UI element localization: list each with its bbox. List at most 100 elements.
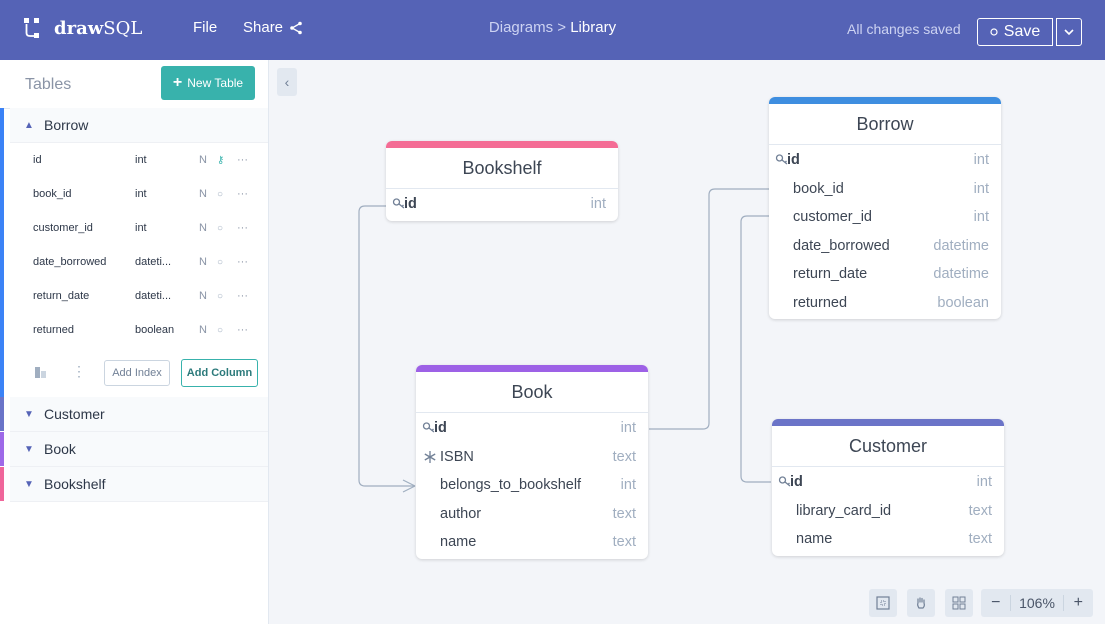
column-type: int (973, 209, 989, 226)
more-horizontal-icon[interactable]: ··· (237, 188, 257, 200)
index-circle-icon[interactable]: ○ (217, 223, 237, 234)
more-vertical-icon[interactable]: ⋮ (72, 363, 86, 380)
nullable-toggle[interactable]: N (199, 256, 217, 268)
sidebar-column-row[interactable]: returned boolean N ○ ··· (10, 313, 268, 347)
grid-toggle-button[interactable] (945, 589, 973, 617)
index-circle-icon[interactable]: ○ (217, 291, 237, 302)
table-column-row[interactable]: customer_id int (769, 203, 1001, 232)
more-horizontal-icon[interactable]: ··· (237, 256, 257, 268)
table-column-row[interactable]: returned boolean (769, 289, 1001, 318)
nullable-toggle[interactable]: N (199, 188, 217, 200)
table-column-row[interactable]: name text (416, 528, 648, 557)
pan-tool-button[interactable] (907, 589, 935, 617)
nullable-toggle[interactable]: N (199, 290, 217, 302)
zoom-level[interactable]: 106% (1010, 595, 1064, 611)
sidebar-column-row[interactable]: id int N ⚷ ··· (10, 143, 268, 177)
table-card-borrow[interactable]: Borrow id int book_id int customer_id int date_… (769, 97, 1001, 319)
relation-bookshelf-book (358, 205, 415, 487)
column-name[interactable]: id (10, 154, 135, 166)
new-table-label: New Table (187, 76, 244, 90)
table-title[interactable]: Book (416, 372, 648, 413)
column-type[interactable]: dateti... (135, 256, 199, 268)
fit-view-button[interactable] (869, 589, 897, 617)
sidebar-table-book[interactable]: ▼ Book (0, 432, 268, 467)
table-card-bookshelf[interactable]: Bookshelf id int (386, 141, 618, 221)
more-horizontal-icon[interactable]: ··· (237, 154, 257, 166)
sidebar-table-customer[interactable]: ▼ Customer (0, 397, 268, 432)
sidebar-table-bookshelf[interactable]: ▼ Bookshelf (0, 467, 268, 502)
table-column-row[interactable]: id int (416, 414, 648, 443)
sidebar-column-row[interactable]: return_date dateti... N ○ ··· (10, 279, 268, 313)
table-column-row[interactable]: name text (772, 525, 1004, 554)
column-name[interactable]: book_id (10, 188, 135, 200)
index-circle-icon[interactable]: ○ (217, 257, 237, 268)
column-name[interactable]: return_date (10, 290, 135, 302)
relation-customer-borrow (740, 215, 771, 483)
file-menu[interactable]: File (193, 19, 217, 36)
index-circle-icon[interactable]: ○ (217, 189, 237, 200)
sidebar-table-name: Bookshelf (44, 476, 106, 492)
more-horizontal-icon[interactable]: ··· (237, 324, 257, 336)
table-color-strip (0, 432, 4, 466)
table-color-strip (0, 397, 4, 431)
fit-view-icon (876, 596, 890, 610)
drawsql-logo-icon (24, 18, 39, 38)
table-column-row[interactable]: id int (769, 146, 1001, 175)
more-horizontal-icon[interactable]: ··· (237, 290, 257, 302)
add-column-button[interactable]: Add Column (181, 359, 258, 387)
share-menu[interactable]: Share (243, 19, 303, 36)
table-column-row[interactable]: ISBN text (416, 443, 648, 472)
sidebar-column-row[interactable]: customer_id int N ○ ··· (10, 211, 268, 245)
table-column-row[interactable]: book_id int (769, 175, 1001, 204)
key-icon[interactable]: ⚷ (217, 155, 237, 166)
table-column-row[interactable]: belongs_to_bookshelf int (416, 471, 648, 500)
more-horizontal-icon[interactable]: ··· (237, 222, 257, 234)
sidebar-column-row[interactable]: book_id int N ○ ··· (10, 177, 268, 211)
save-button[interactable]: Save (977, 18, 1053, 46)
app-logo[interactable]: drawSQL (22, 16, 142, 40)
new-table-button[interactable]: + New Table (161, 66, 255, 100)
table-column-row[interactable]: id int (386, 190, 618, 219)
column-type[interactable]: dateti... (135, 290, 199, 302)
table-title[interactable]: Borrow (769, 104, 1001, 145)
table-column-row[interactable]: id int (772, 468, 1004, 497)
column-type: int (620, 420, 636, 437)
column-name: author (440, 505, 482, 522)
diagram-canvas[interactable]: Bookshelf id int Borrow id int book_id int cust… (269, 60, 1105, 624)
nullable-toggle[interactable]: N (199, 324, 217, 336)
save-options-dropdown[interactable] (1056, 18, 1082, 46)
column-name[interactable]: returned (10, 324, 135, 336)
column-name[interactable]: customer_id (10, 222, 135, 234)
table-card-book[interactable]: Book id int ISBN text belongs_to_bookshelf int… (416, 365, 648, 559)
zoom-in-button[interactable]: + (1064, 594, 1093, 612)
column-type[interactable]: int (135, 154, 199, 166)
nullable-toggle[interactable]: N (199, 154, 217, 166)
column-name: ISBN (440, 448, 474, 465)
column-type: text (968, 502, 992, 519)
column-type[interactable]: int (135, 222, 199, 234)
index-circle-icon[interactable]: ○ (217, 325, 237, 336)
table-title[interactable]: Bookshelf (386, 148, 618, 189)
table-card-customer[interactable]: Customer id int library_card_id text name text (772, 419, 1004, 556)
column-type[interactable]: int (135, 188, 199, 200)
table-column-row[interactable]: author text (416, 500, 648, 529)
column-type[interactable]: boolean (135, 324, 199, 336)
column-name: name (440, 534, 477, 551)
column-type: datetime (933, 266, 989, 283)
tables-sidebar: Tables + New Table ▲ Borrow id int N ⚷ ··· bo… (0, 60, 269, 624)
table-color-bar (769, 97, 1001, 104)
add-index-button[interactable]: Add Index (104, 360, 170, 386)
nullable-toggle[interactable]: N (199, 222, 217, 234)
table-column-row[interactable]: date_borrowed datetime (769, 232, 1001, 261)
table-icon[interactable] (34, 365, 48, 379)
key-icon (775, 154, 788, 165)
table-column-row[interactable]: return_date datetime (769, 260, 1001, 289)
table-column-row[interactable]: library_card_id text (772, 497, 1004, 526)
zoom-out-button[interactable]: − (981, 594, 1010, 612)
breadcrumb-parent[interactable]: Diagrams (489, 19, 553, 36)
table-title[interactable]: Customer (772, 426, 1004, 467)
column-name[interactable]: date_borrowed (10, 256, 135, 268)
sidebar-table-header-borrow[interactable]: ▲ Borrow (10, 108, 268, 143)
sidebar-column-row[interactable]: date_borrowed dateti... N ○ ··· (10, 245, 268, 279)
table-color-bar (772, 419, 1004, 426)
